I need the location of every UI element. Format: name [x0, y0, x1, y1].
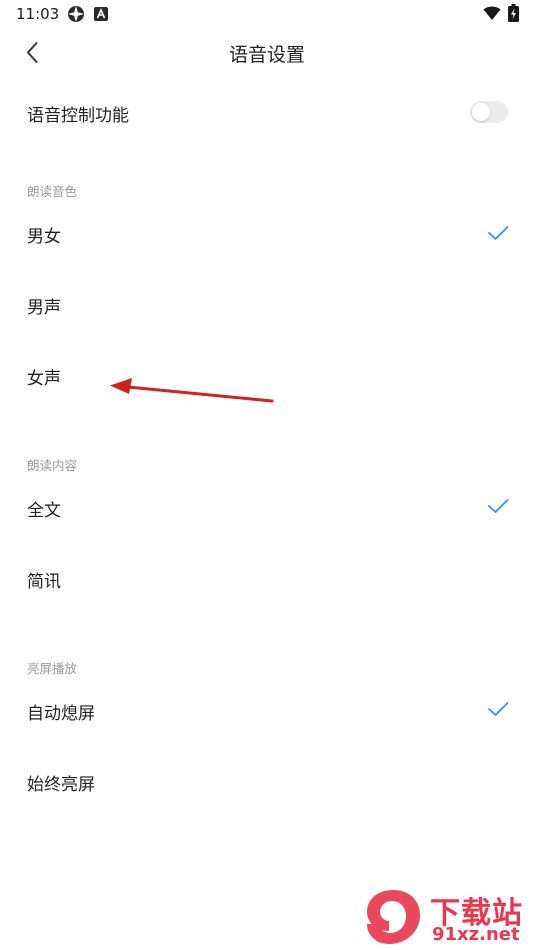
- option-row-voice-mixed[interactable]: [0, 202, 534, 262]
- option-label: 男女: [27, 227, 61, 247]
- status-time: 11:03: [16, 5, 60, 23]
- watermark-logo: 下载站 91xz.net: [362, 884, 534, 950]
- page-title: 语音设置: [228, 44, 305, 66]
- checkmark-icon: [488, 226, 509, 240]
- option-row-full-text[interactable]: [0, 476, 534, 536]
- settings-gear-icon: [66, 4, 86, 28]
- section-header-voice-type: 朗读音色: [27, 184, 78, 199]
- watermark-emblem-icon: [367, 890, 420, 944]
- option-row-voice-male[interactable]: [0, 273, 534, 333]
- notification-a-icon: [94, 6, 108, 25]
- annotation-arrow: [110, 378, 274, 403]
- option-label: 简讯: [27, 572, 61, 592]
- checkmark-icon: [488, 499, 509, 513]
- wifi-icon: [483, 5, 501, 25]
- toggle-knob: [472, 103, 490, 121]
- watermark-domain: 91xz.net: [432, 924, 520, 945]
- option-label: 全文: [27, 501, 61, 521]
- section-header-read-content: 朗读内容: [27, 458, 78, 473]
- voice-control-label: 语音控制功能: [27, 106, 129, 126]
- status-bar: 11:03: [0, 0, 534, 28]
- voice-control-toggle[interactable]: [470, 101, 508, 123]
- section-header-screen: 亮屏播放: [27, 661, 78, 676]
- checkmark-icon: [488, 702, 509, 716]
- option-label: 始终亮屏: [27, 775, 95, 795]
- header: 语音设置: [0, 28, 534, 78]
- option-label: 男声: [27, 298, 61, 318]
- option-label: 女声: [27, 369, 61, 389]
- battery-charging-icon: [508, 4, 519, 26]
- option-label: 自动熄屏: [27, 704, 95, 724]
- option-row-brief[interactable]: [0, 547, 534, 607]
